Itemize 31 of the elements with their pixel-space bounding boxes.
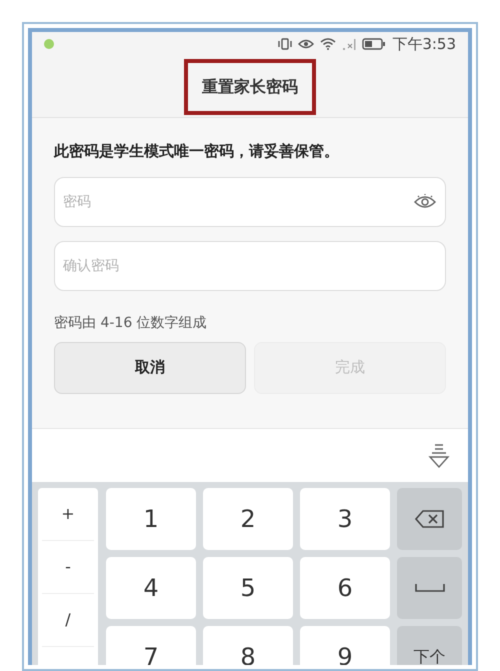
digit-key[interactable]: 4 xyxy=(106,557,196,619)
no-signal-icon xyxy=(342,38,356,50)
intro-text: 此密码是学生模式唯一密码，请妥善保管。 xyxy=(54,141,340,162)
page-title: 重置家长密码 xyxy=(184,58,316,114)
symbol-key[interactable]: + xyxy=(42,488,94,541)
digit-key[interactable]: 9 xyxy=(300,626,390,665)
symbol-key[interactable]: / xyxy=(42,594,94,647)
digit-key[interactable]: 2 xyxy=(203,488,293,550)
backspace-icon xyxy=(414,510,444,528)
password-field[interactable]: 密码 xyxy=(54,176,446,226)
space-bar-icon xyxy=(414,583,444,593)
dialog-button[interactable]: 取消 xyxy=(54,342,246,394)
digit-key[interactable]: 6 xyxy=(300,557,390,619)
status-time: 下午3:53 xyxy=(392,34,456,55)
backspace-key[interactable] xyxy=(397,488,462,550)
notification-icon xyxy=(44,39,54,49)
digit-key[interactable]: 7 xyxy=(106,626,196,665)
symbol-key[interactable]: - xyxy=(42,541,94,594)
digit-key[interactable]: 3 xyxy=(300,488,390,550)
password-field[interactable]: 确认密码 xyxy=(54,240,446,290)
next-key[interactable]: 下个 xyxy=(397,626,462,665)
digit-key[interactable]: 5 xyxy=(203,557,293,619)
battery-icon xyxy=(362,38,386,50)
digit-key[interactable]: 8 xyxy=(203,626,293,665)
vibrate-icon xyxy=(278,38,292,50)
eye-icon xyxy=(298,38,314,50)
digit-key[interactable]: 1 xyxy=(106,488,196,550)
wifi-icon xyxy=(320,38,336,50)
eye-icon[interactable] xyxy=(414,194,436,210)
hide-keyboard-icon[interactable] xyxy=(428,442,450,468)
hint-text: 密码由 4-16 位数字组成 xyxy=(54,314,208,332)
